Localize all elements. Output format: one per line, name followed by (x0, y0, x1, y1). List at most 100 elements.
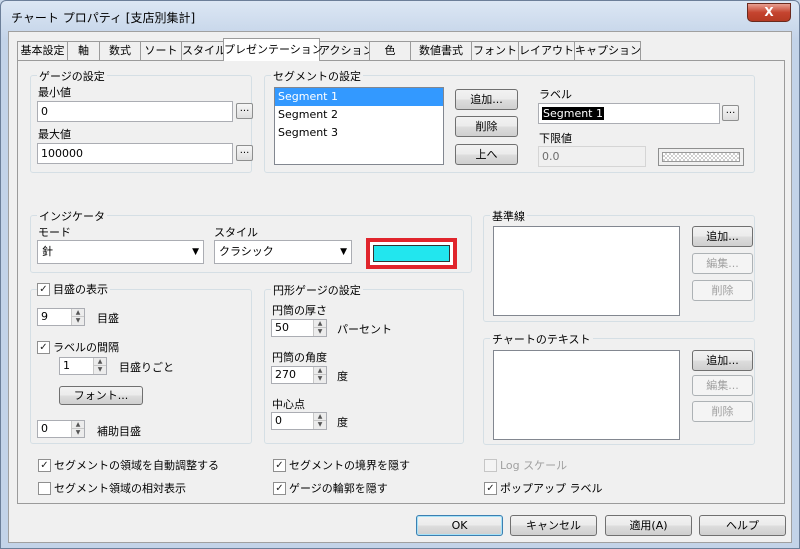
mode-dropdown[interactable]: 針 ▼ (37, 240, 204, 264)
hide-segment-border-label: セグメントの境界を隠す (289, 459, 410, 472)
apply-button[interactable]: 適用(A) (605, 515, 692, 536)
transparent-color-swatch (662, 152, 740, 162)
tab-font[interactable]: フォント (471, 41, 519, 60)
reference-line-delete-button[interactable]: 削除 (692, 280, 753, 301)
tab-sort[interactable]: ソート (140, 41, 182, 60)
scale-count-unit: 目盛 (97, 312, 119, 325)
chevron-down-icon: ▼ (192, 247, 199, 257)
auto-adjust-label: セグメントの領域を自動調整する (54, 459, 219, 472)
tab-presentation[interactable]: プレゼンテーション (223, 38, 323, 61)
label-interval-checkbox[interactable]: ✓ ラベルの間隔 (37, 341, 119, 355)
chart-properties-dialog: チャート プロパティ [支店別集計] X 基本設定 軸 数式 ソート スタイル … (0, 0, 800, 549)
hide-gauge-outline-checkbox[interactable]: ✓ ゲージの輪郭を隠す (273, 482, 388, 496)
segment-label-label: ラベル (539, 88, 572, 101)
spin-down-icon[interactable]: ▼ (314, 328, 326, 336)
minor-scale-spinner[interactable]: 0 ▲ ▼ (37, 420, 85, 438)
spin-up-icon[interactable]: ▲ (72, 309, 84, 317)
label-interval-spinner[interactable]: 1 ▲ ▼ (59, 357, 107, 375)
reference-line-edit-button[interactable]: 編集... (692, 253, 753, 274)
min-value-ellipsis-button[interactable]: ... (236, 103, 253, 119)
reference-lines-list[interactable] (493, 226, 680, 316)
spin-up-icon[interactable]: ▲ (314, 413, 326, 421)
cancel-button[interactable]: キャンセル (510, 515, 597, 536)
angle-spinner[interactable]: 270 ▲ ▼ (271, 366, 327, 384)
style-label: スタイル (214, 226, 258, 239)
chart-text-list[interactable] (493, 350, 680, 440)
indicator-title: インジケータ (37, 208, 107, 224)
min-value-input[interactable]: 0 (37, 101, 233, 122)
tab-axis[interactable]: 軸 (67, 41, 100, 60)
segment-item[interactable]: Segment 1 (275, 88, 443, 106)
segment-item[interactable]: Segment 3 (275, 124, 443, 142)
hide-segment-border-checkbox[interactable]: ✓ セグメントの境界を隠す (273, 459, 410, 473)
segment-label-input[interactable]: Segment 1 (538, 103, 720, 124)
spin-down-icon[interactable]: ▼ (314, 375, 326, 383)
spin-up-icon[interactable]: ▲ (314, 367, 326, 375)
circular-gauge-title: 円形ゲージの設定 (271, 282, 363, 298)
chart-text-delete-button[interactable]: 削除 (692, 401, 753, 422)
help-button[interactable]: ヘルプ (699, 515, 786, 536)
relative-display-checkbox[interactable]: セグメント領域の相対表示 (38, 482, 186, 496)
spin-down-icon[interactable]: ▼ (72, 429, 84, 437)
spin-down-icon[interactable]: ▼ (314, 421, 326, 429)
show-scale-checkbox[interactable]: ✓ 目盛の表示 (37, 283, 110, 297)
check-icon: ✓ (273, 482, 286, 495)
indicator-color-button[interactable] (366, 238, 457, 269)
spin-up-icon[interactable]: ▲ (94, 358, 106, 366)
check-icon (484, 459, 497, 472)
segment-color-button[interactable] (658, 148, 744, 166)
max-value-input[interactable]: 100000 (37, 143, 233, 164)
tab-colors[interactable]: 色 (369, 41, 411, 60)
indicator-color-swatch (373, 245, 450, 262)
mode-label: モード (38, 226, 71, 239)
spin-up-icon[interactable]: ▲ (72, 421, 84, 429)
tab-expressions[interactable]: 数式 (99, 41, 141, 60)
max-value-ellipsis-button[interactable]: ... (236, 145, 253, 161)
tab-caption[interactable]: キャプション (574, 41, 641, 60)
segment-delete-button[interactable]: 削除 (455, 116, 518, 137)
chevron-down-icon: ▼ (340, 247, 347, 257)
thickness-unit: パーセント (337, 323, 392, 336)
reference-line-add-button[interactable]: 追加... (692, 226, 753, 247)
spin-down-icon[interactable]: ▼ (94, 366, 106, 374)
font-button[interactable]: フォント... (59, 386, 143, 405)
check-icon: ✓ (484, 482, 497, 495)
ok-button[interactable]: OK (416, 515, 503, 536)
label-interval-value: 1 (63, 359, 70, 372)
segment-settings-title: セグメントの設定 (271, 68, 363, 84)
angle-value: 270 (275, 368, 296, 381)
segment-label-ellipsis-button[interactable]: ... (722, 105, 739, 121)
close-button[interactable]: X (747, 3, 791, 22)
segment-up-button[interactable]: 上へ (455, 144, 518, 165)
chart-text-title: チャートのテキスト (490, 331, 593, 347)
tab-basic[interactable]: 基本設定 (17, 41, 68, 60)
spin-down-icon[interactable]: ▼ (72, 317, 84, 325)
scale-group: ✓ 目盛の表示 9 ▲ ▼ 目盛 ✓ ラベルの間隔 1 ▲ ▼ 目盛りごと フォント..… (30, 283, 252, 444)
thickness-spinner[interactable]: 50 ▲ ▼ (271, 319, 327, 337)
spin-up-icon[interactable]: ▲ (314, 320, 326, 328)
style-dropdown[interactable]: クラシック ▼ (214, 240, 352, 264)
chart-text-add-button[interactable]: 追加... (692, 350, 753, 371)
segment-add-button[interactable]: 追加... (455, 89, 518, 110)
scale-count-spinner[interactable]: 9 ▲ ▼ (37, 308, 85, 326)
tab-number-format[interactable]: 数値書式 (410, 41, 472, 60)
label-interval-unit: 目盛りごと (119, 361, 174, 374)
window-title: チャート プロパティ [支店別集計] (11, 11, 196, 25)
chart-text-edit-button[interactable]: 編集... (692, 375, 753, 396)
popup-label-checkbox[interactable]: ✓ ポップアップ ラベル (484, 482, 603, 496)
segment-item[interactable]: Segment 2 (275, 106, 443, 124)
gauge-settings-title: ゲージの設定 (37, 68, 107, 84)
angle-label: 円筒の角度 (272, 351, 327, 364)
reference-lines-group: 基準線 追加... 編集... 削除 (483, 208, 755, 322)
tab-style[interactable]: スタイル (181, 41, 226, 60)
auto-adjust-checkbox[interactable]: ✓ セグメントの領域を自動調整する (38, 459, 219, 473)
dialog-client: 基本設定 軸 数式 ソート スタイル プレゼンテーション アクション 色 数値書… (8, 31, 792, 543)
segment-list[interactable]: Segment 1 Segment 2 Segment 3 (274, 87, 444, 165)
tab-layout[interactable]: レイアウト (518, 41, 575, 60)
center-label: 中心点 (272, 398, 305, 411)
log-scale-checkbox[interactable]: Log スケール (484, 459, 567, 473)
tab-actions[interactable]: アクション (318, 41, 373, 60)
thickness-value: 50 (275, 321, 289, 334)
lower-limit-input[interactable]: 0.0 (538, 146, 646, 167)
center-spinner[interactable]: 0 ▲ ▼ (271, 412, 327, 430)
